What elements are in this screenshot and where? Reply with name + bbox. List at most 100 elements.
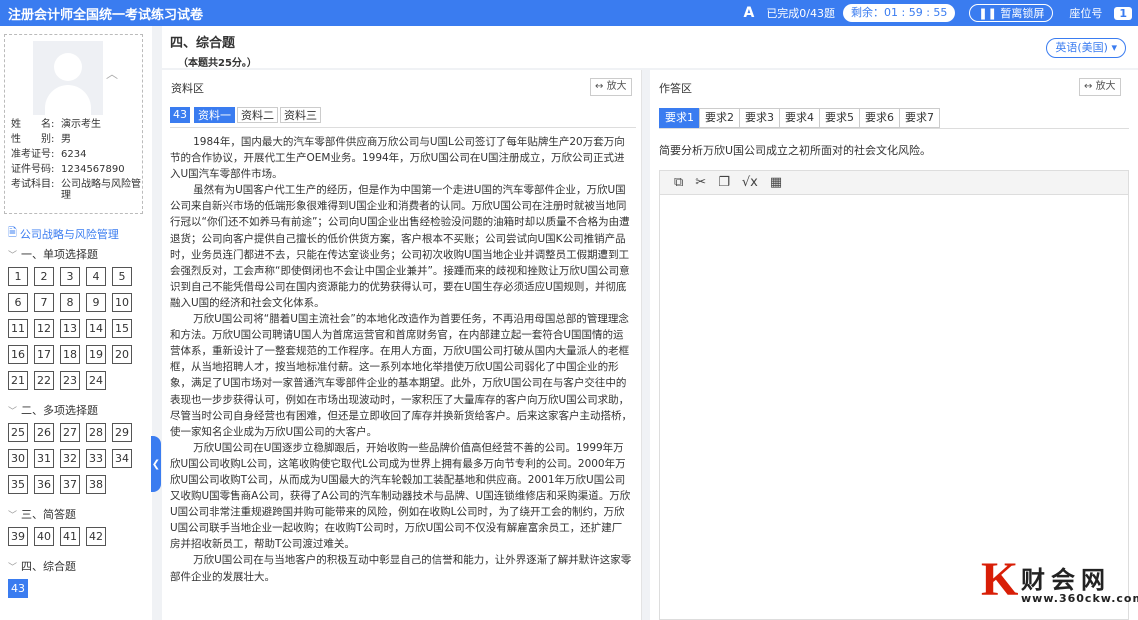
question-button[interactable]: 16 — [8, 345, 28, 364]
question-button[interactable]: 13 — [60, 319, 80, 338]
question-button[interactable]: 6 — [8, 293, 28, 312]
requirement-tab[interactable]: 要求1 — [659, 108, 700, 128]
watermark-name: 财会网 — [1021, 566, 1111, 594]
material-tab[interactable]: 资料一 — [194, 107, 235, 123]
question-button[interactable]: 22 — [34, 371, 54, 390]
seat-number: 1 — [1114, 6, 1132, 20]
requirement-tab[interactable]: 要求5 — [819, 108, 860, 128]
section-title: 四、综合题 — [170, 36, 236, 51]
nav-section-title[interactable]: ﹀ 二、多项选择题 — [8, 402, 150, 418]
subject-link[interactable]: 🗎 公司战略与风险管理 — [8, 224, 150, 243]
question-button[interactable]: 1 — [8, 267, 28, 286]
question-button[interactable]: 24 — [86, 371, 106, 390]
material-tabs: 43 资料一 资料二 资料三 — [170, 107, 321, 123]
sidebar-collapse-button[interactable]: ❮ — [151, 436, 161, 492]
question-button[interactable]: 18 — [60, 345, 80, 364]
nav-section-title[interactable]: ﹀ 三、简答题 — [8, 506, 150, 522]
question-grid: 39 40 41 42 — [8, 527, 148, 546]
question-button[interactable]: 25 — [8, 423, 28, 442]
requirement-tab[interactable]: 要求4 — [779, 108, 820, 128]
requirement-tabs: 要求1 要求2 要求3 要求4 要求5 要求6 要求7 — [659, 108, 940, 128]
question-button[interactable]: 7 — [34, 293, 54, 312]
formula-icon[interactable]: √x — [742, 175, 758, 190]
editor-toolbar: ⧉ ✂ ❐ √x ▦ — [660, 171, 1128, 195]
question-button[interactable]: 21 — [8, 371, 28, 390]
question-button[interactable]: 11 — [8, 319, 28, 338]
material-tab[interactable]: 资料三 — [280, 107, 321, 123]
lock-screen-button[interactable]: ❚❚ 暂离锁屏 — [969, 4, 1054, 22]
seat-label: 座位号 — [1069, 7, 1103, 20]
copy-icon[interactable]: ❐ — [718, 175, 730, 190]
nav-section-title[interactable]: ﹀ 四、综合题 — [8, 558, 150, 574]
material-expand-label: 放大 — [606, 81, 627, 92]
question-button[interactable]: 3 — [60, 267, 80, 286]
question-button[interactable]: 19 — [86, 345, 106, 364]
question-button[interactable]: 4 — [86, 267, 106, 286]
question-button[interactable]: 42 — [86, 527, 106, 546]
question-button[interactable]: 37 — [60, 475, 80, 494]
material-paragraph: 万欣U国公司在U国逐步立稳脚跟后，开始收购一些品牌价值高但经营不善的公司。199… — [170, 441, 631, 551]
question-button[interactable]: 36 — [34, 475, 54, 494]
requirement-tab[interactable]: 要求7 — [899, 108, 940, 128]
divider — [170, 127, 636, 128]
question-button[interactable]: 17 — [34, 345, 54, 364]
question-button[interactable]: 30 — [8, 449, 28, 468]
question-button[interactable]: 12 — [34, 319, 54, 338]
table-icon[interactable]: ▦ — [770, 175, 782, 190]
requirement-tab[interactable]: 要求2 — [699, 108, 740, 128]
question-button[interactable]: 39 — [8, 527, 28, 546]
nav-section-label: 三、简答题 — [21, 508, 77, 521]
question-button[interactable]: 34 — [112, 449, 132, 468]
question-button[interactable]: 31 — [34, 449, 54, 468]
question-button[interactable]: 15 — [112, 319, 132, 338]
profile-value: 1234567890 — [61, 164, 125, 175]
question-button[interactable]: 2 — [34, 267, 54, 286]
language-label: 英语(美国) — [1055, 41, 1108, 54]
question-button[interactable]: 10 — [112, 293, 132, 312]
requirement-tab[interactable]: 要求6 — [859, 108, 900, 128]
profile-row: 性 别: 男 — [11, 132, 143, 147]
profile-value: 演示考生 — [61, 119, 101, 130]
question-button[interactable]: 32 — [60, 449, 80, 468]
chevron-left-icon: ❮ — [151, 458, 161, 470]
question-button[interactable]: 26 — [34, 423, 54, 442]
nav-section-label: 四、综合题 — [21, 560, 77, 573]
question-button[interactable]: 41 — [60, 527, 80, 546]
material-tab[interactable]: 资料二 — [237, 107, 278, 123]
chevron-up-icon[interactable]: ︿ — [106, 65, 118, 82]
paste-icon[interactable]: ⧉ — [674, 175, 683, 190]
cut-icon[interactable]: ✂ — [695, 175, 706, 190]
question-button[interactable]: 40 — [34, 527, 54, 546]
left-sidebar: ︿ 姓 名: 演示考生性 别: 男准考证号: 6234 证件号码: 1234567890 考… — [0, 26, 152, 620]
question-button[interactable]: 35 — [8, 475, 28, 494]
material-paragraph: 万欣U国公司将“腊着U国主流社会”的本地化改造作为首要任务，不再沿用母国总部的管… — [170, 313, 632, 438]
question-button[interactable]: 8 — [60, 293, 80, 312]
answer-expand-button[interactable]: ↔ 放大 — [1079, 78, 1121, 96]
question-button[interactable]: 33 — [86, 449, 106, 468]
chevron-down-icon: ﹀ — [8, 510, 18, 521]
nav-section-title[interactable]: ﹀ 一、单项选择题 — [8, 246, 150, 262]
question-button[interactable]: 38 — [86, 475, 106, 494]
question-button[interactable]: 5 — [112, 267, 132, 286]
profile-value: 男 — [61, 134, 71, 145]
question-button[interactable]: 43 — [8, 579, 28, 598]
question-button[interactable]: 27 — [60, 423, 80, 442]
question-button[interactable]: 29 — [112, 423, 132, 442]
material-expand-button[interactable]: ↔ 放大 — [590, 78, 632, 96]
top-bar: 注册会计师全国统一考试练习试卷 A 已完成0/43题 剩余：01 : 59 : … — [0, 0, 1138, 26]
font-size-icon[interactable]: A — [743, 5, 754, 21]
requirement-tab[interactable]: 要求3 — [739, 108, 780, 128]
profile-key: 姓 名: — [11, 119, 55, 130]
question-button[interactable]: 14 — [86, 319, 106, 338]
material-panel: 资料区 ↔ 放大 43 资料一 资料二 资料三 1984年，国内最大的汽车零部件供应… — [162, 70, 642, 620]
question-button[interactable]: 23 — [60, 371, 80, 390]
answer-editor[interactable]: ⧉ ✂ ❐ √x ▦ — [659, 170, 1129, 620]
question-button[interactable]: 28 — [86, 423, 106, 442]
chevron-down-icon: ﹀ — [8, 562, 18, 573]
caret-down-icon: ▾ — [1111, 41, 1117, 54]
answer-panel-title: 作答区 — [659, 82, 692, 95]
question-button[interactable]: 9 — [86, 293, 106, 312]
language-select[interactable]: 英语(美国) ▾ — [1046, 38, 1126, 58]
question-button[interactable]: 20 — [112, 345, 132, 364]
subject-label: 公司战略与风险管理 — [19, 227, 119, 241]
